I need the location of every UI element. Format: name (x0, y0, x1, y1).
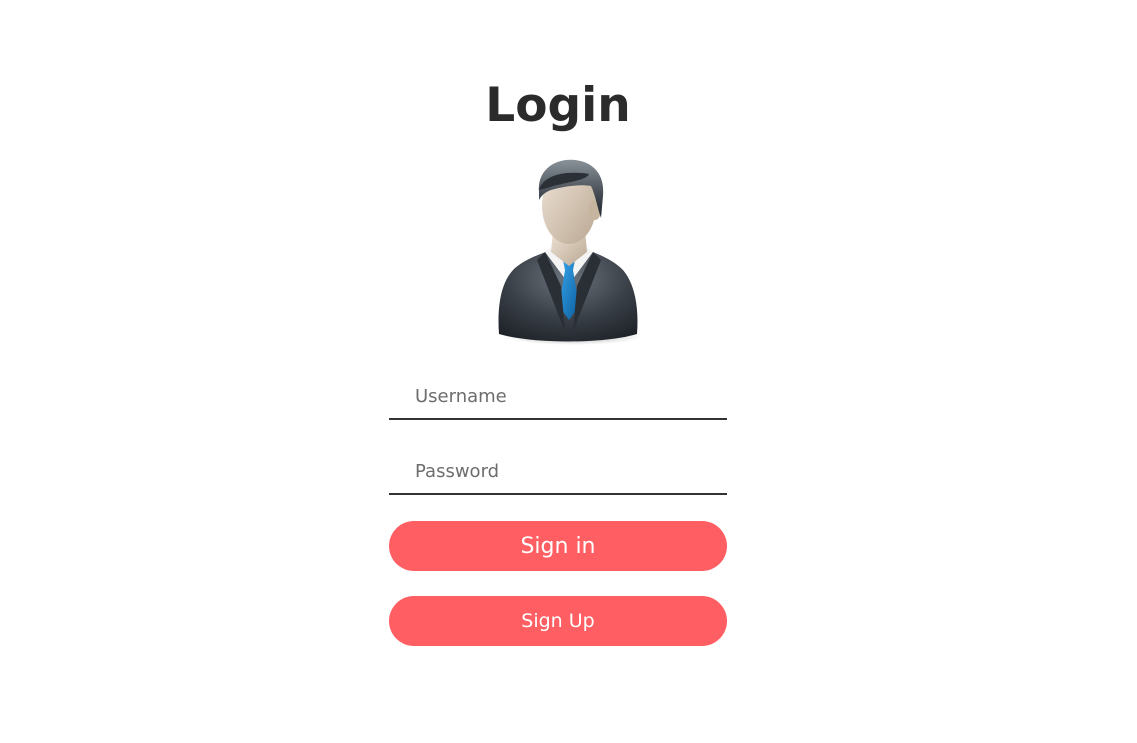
user-avatar-icon (498, 159, 643, 345)
page-title: Login (485, 78, 631, 133)
sign-up-button[interactable]: Sign Up (389, 596, 727, 646)
password-input[interactable] (389, 449, 727, 495)
username-input[interactable] (389, 374, 727, 420)
sign-in-button[interactable]: Sign in (389, 521, 727, 571)
login-card: Login Username Sign in Sign Up (389, 0, 727, 743)
